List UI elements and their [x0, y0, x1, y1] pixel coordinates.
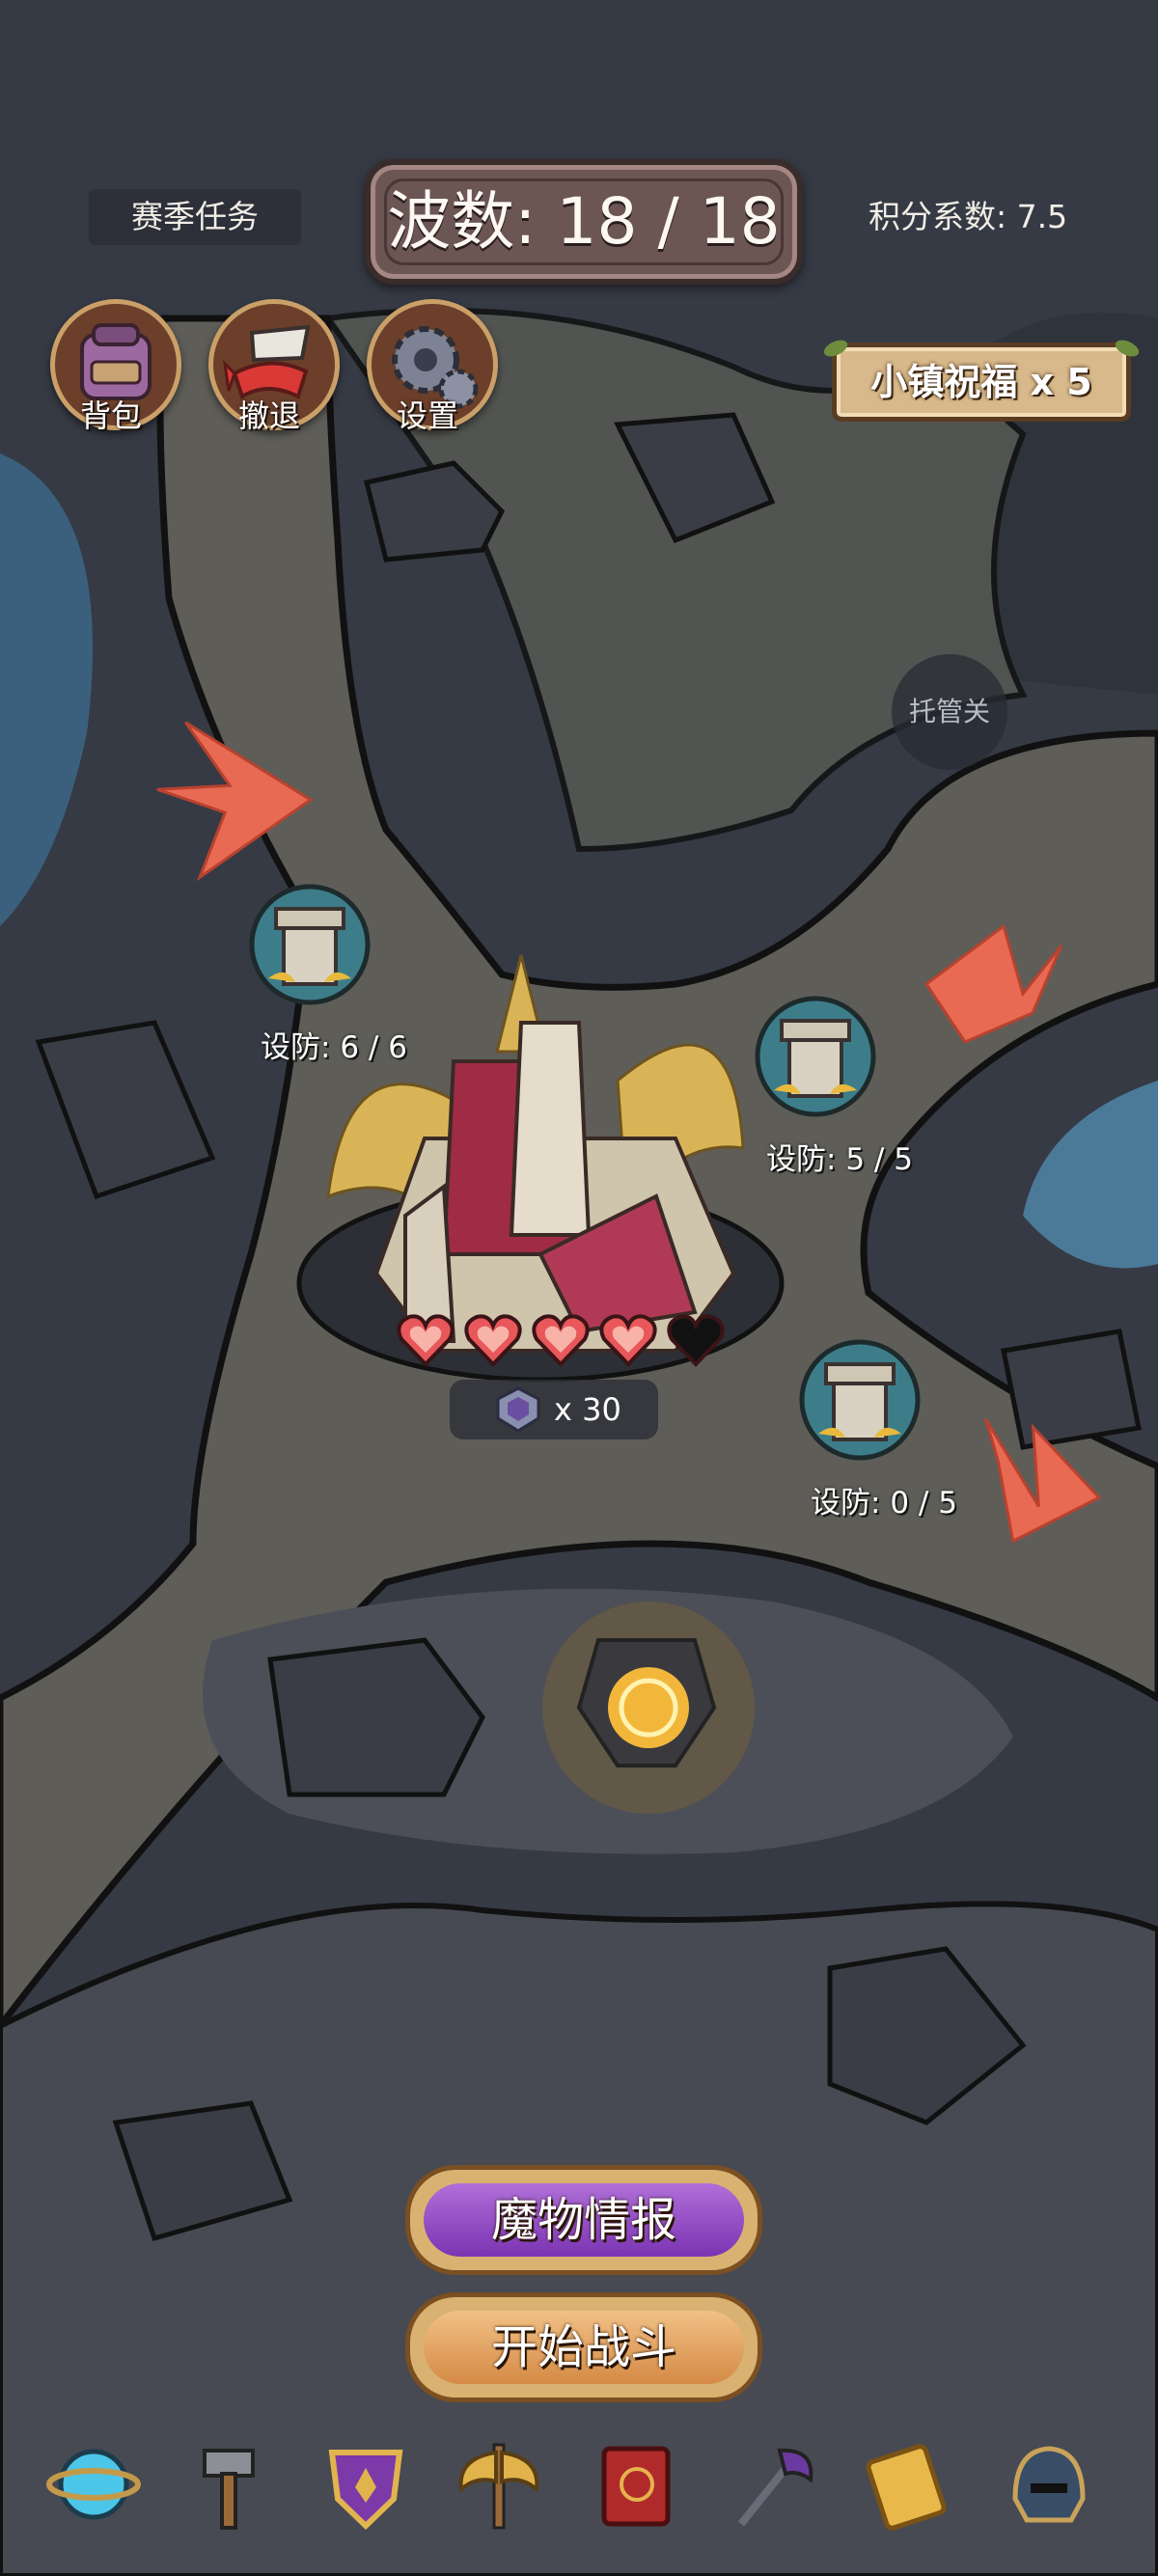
orb-icon[interactable] — [41, 2431, 147, 2547]
bag-label: 背包 — [79, 397, 142, 434]
wave-counter: 波数: 18 / 18 — [387, 184, 781, 259]
hammer-icon[interactable] — [176, 2431, 282, 2547]
wave-counter-panel: 波数: 18 / 18 — [365, 159, 803, 285]
retreat-button[interactable]: 撤退 — [197, 299, 342, 453]
retreat-label: 撤退 — [237, 397, 300, 434]
axe-icon[interactable] — [446, 2431, 552, 2547]
monster-info-label: 魔物情报 — [490, 2193, 676, 2247]
bag-button[interactable]: 背包 — [39, 299, 183, 453]
settings-button[interactable]: 设置 — [355, 299, 500, 453]
shield-crest-icon[interactable] — [313, 2431, 419, 2547]
tower-defense-count: 设防: 0 / 5 — [811, 1486, 957, 1521]
tower-icon — [799, 1339, 921, 1461]
heart-empty-icon — [667, 1314, 725, 1367]
base-health-hearts — [396, 1312, 743, 1370]
town-blessing-button[interactable]: 小镇祝福 x 5 — [821, 337, 1142, 422]
season-tasks-button[interactable]: 赛季任务 — [89, 189, 301, 245]
auto-mode-label: 托管关 — [908, 696, 990, 727]
tower-slot-west[interactable]: 设防: 6 / 6 — [247, 882, 407, 1065]
tower-icon — [755, 996, 876, 1117]
helmet-icon[interactable] — [996, 2431, 1102, 2547]
halberd-icon[interactable] — [718, 2431, 824, 2547]
medal-count-plate: x 30 — [450, 1380, 658, 1439]
tower-slot-east[interactable]: 设防: 5 / 5 — [753, 994, 913, 1177]
tower-icon — [249, 884, 371, 1005]
red-book-icon[interactable] — [583, 2431, 689, 2547]
ticket-icon[interactable] — [853, 2431, 959, 2547]
start-battle-button[interactable]: 开始战斗 — [405, 2292, 762, 2402]
start-battle-label: 开始战斗 — [490, 2320, 676, 2374]
monster-info-button[interactable]: 魔物情报 — [405, 2165, 762, 2275]
heart-full-icon — [532, 1314, 590, 1367]
settings-label: 设置 — [396, 397, 458, 434]
auto-mode-toggle[interactable]: 托管关 — [892, 654, 1007, 770]
game-screen: 赛季任务 波数: 18 / 18 积分系数: 7.5 小镇祝福 x 5 背包 撤… — [0, 0, 1158, 2576]
score-coefficient: 积分系数: 7.5 — [868, 198, 1068, 235]
town-blessing-label: 小镇祝福 x 5 — [870, 361, 1092, 403]
heart-full-icon — [397, 1314, 455, 1367]
tower-slot-southeast[interactable]: 设防: 0 / 5 — [797, 1337, 957, 1521]
tower-defense-count: 设防: 5 / 5 — [766, 1142, 913, 1177]
heart-full-icon — [599, 1314, 657, 1367]
medal-icon — [496, 1386, 540, 1433]
bottom-dock — [0, 2431, 1158, 2576]
medal-count: x 30 — [554, 1391, 621, 1428]
heart-full-icon — [464, 1314, 522, 1367]
tower-defense-count: 设防: 6 / 6 — [261, 1030, 407, 1065]
